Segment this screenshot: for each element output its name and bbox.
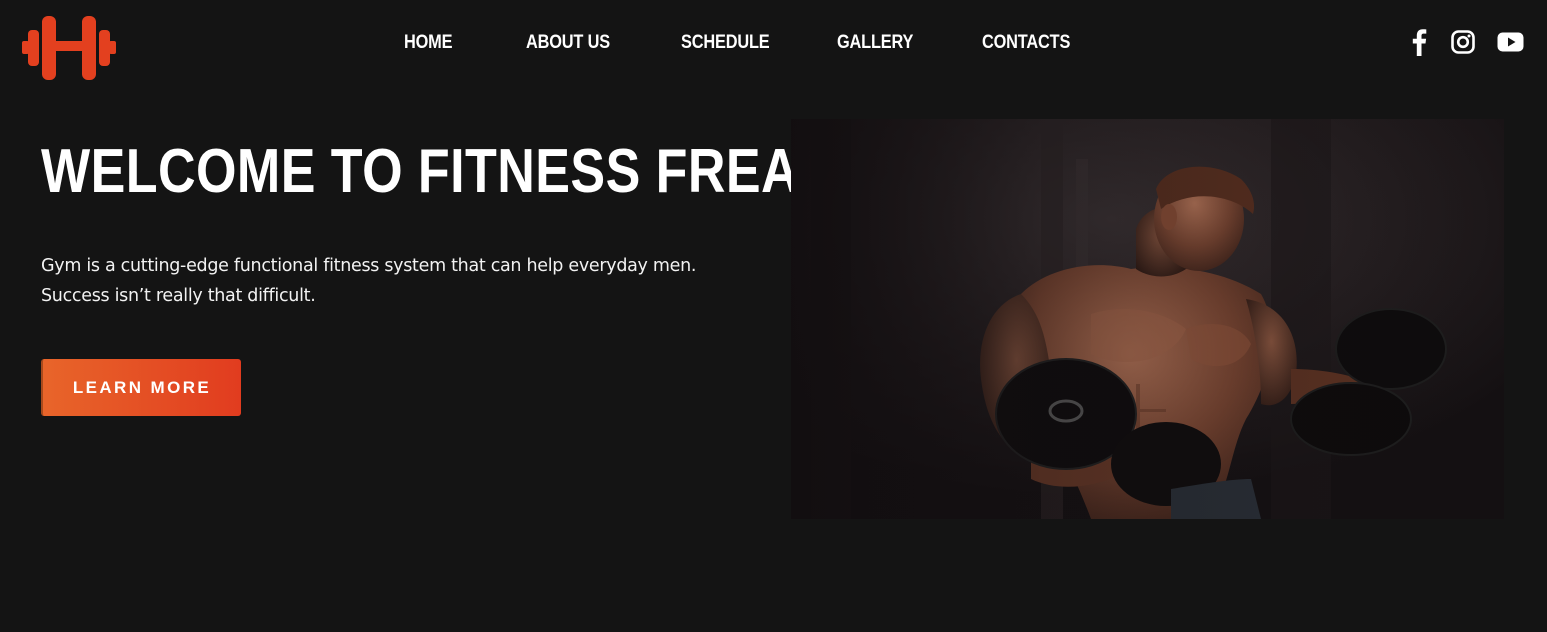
hero-description: Gym is a cutting-edge functional fitness… — [41, 251, 761, 311]
hero-description-line: Success isn’t really that difficult. — [41, 286, 316, 306]
nav-contacts[interactable]: CONTACTS — [982, 32, 1070, 54]
nav-schedule[interactable]: SCHEDULE — [681, 32, 770, 54]
instagram-icon[interactable] — [1451, 28, 1475, 56]
hero-title: WELCOME TO FITNESS FREAK — [41, 137, 838, 206]
hero-image — [791, 119, 1504, 519]
learn-more-button[interactable]: LEARN MORE — [41, 359, 241, 416]
youtube-icon[interactable] — [1497, 28, 1524, 56]
facebook-icon[interactable] — [1411, 28, 1427, 56]
hero-description-line: Gym is a cutting-edge functional fitness… — [41, 256, 697, 276]
nav-home[interactable]: HOME — [404, 32, 453, 54]
nav-gallery[interactable]: GALLERY — [837, 32, 913, 54]
bodybuilder-photo — [791, 119, 1504, 519]
nav-about-us[interactable]: ABOUT US — [526, 32, 610, 54]
main-nav: HOME ABOUT US SCHEDULE GALLERY CONTACTS — [0, 32, 1547, 60]
